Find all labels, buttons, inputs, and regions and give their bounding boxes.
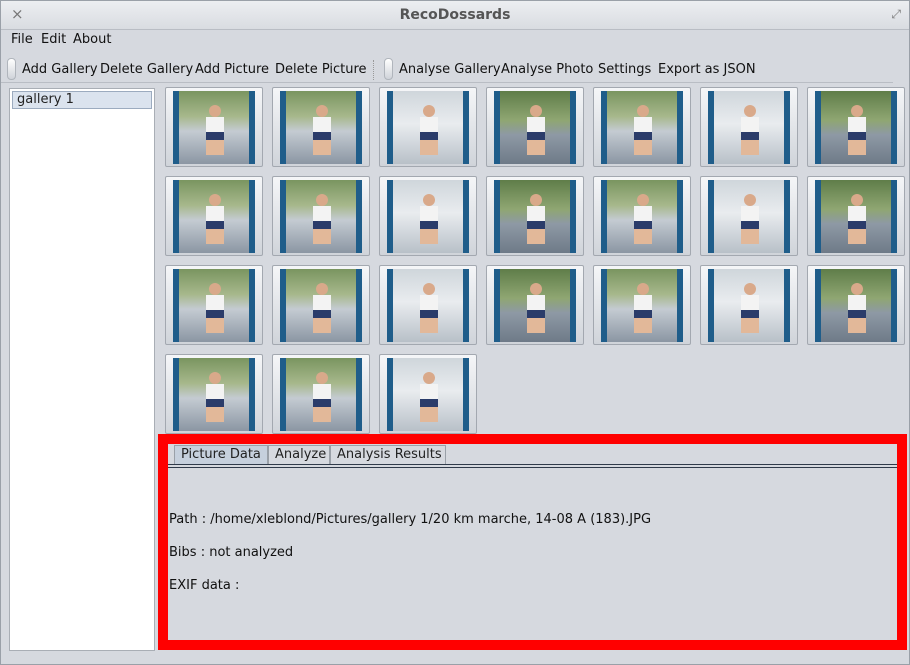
tab-picture-data[interactable]: Picture Data [174,445,268,465]
picture-bibs: Bibs : not analyzed [169,545,294,560]
runner-photo [280,91,362,164]
runner-photo [280,358,362,431]
menu-edit[interactable]: Edit [41,32,66,47]
tab-divider [168,464,897,465]
runner-photo [173,91,255,164]
gallery-list[interactable]: gallery 1 [9,88,155,651]
runner-photo [708,180,790,253]
photo-thumbnail[interactable] [700,87,798,167]
toolbar: Add Gallery Delete Gallery Add Picture D… [1,56,909,84]
window-title: RecoDossards [399,7,511,23]
photo-thumbnail[interactable] [807,176,905,256]
photo-thumbnail[interactable] [165,354,263,434]
runner-photo [815,91,897,164]
runner-photo [280,269,362,342]
runner-photo [601,180,683,253]
photo-thumbnail[interactable] [486,87,584,167]
picture-details-panel: Picture Data Analyze Analysis Results Pa… [158,434,907,650]
photo-thumbnail[interactable] [593,87,691,167]
runner-photo [173,358,255,431]
add-gallery-button[interactable]: Add Gallery [22,62,98,77]
tab-analysis-results[interactable]: Analysis Results [330,445,446,465]
gallery-list-item[interactable]: gallery 1 [12,91,152,109]
toolbar-divider [1,82,893,83]
runner-photo [173,180,255,253]
photo-thumbnail[interactable] [272,87,370,167]
runner-photo [280,180,362,253]
runner-photo [494,180,576,253]
photo-thumbnail[interactable] [807,265,905,345]
photo-thumbnail[interactable] [165,265,263,345]
toolbar-grip-right[interactable] [384,58,393,80]
photo-thumbnail[interactable] [165,87,263,167]
runner-photo [173,269,255,342]
export-json-button[interactable]: Export as JSON [658,62,756,77]
tab-analyze[interactable]: Analyze [268,445,330,465]
runner-photo [387,91,469,164]
runner-photo [601,269,683,342]
photo-thumbnail[interactable] [593,176,691,256]
runner-photo [494,269,576,342]
delete-gallery-button[interactable]: Delete Gallery [100,62,193,77]
tab-divider-lower [168,467,897,468]
photo-thumbnail[interactable] [807,87,905,167]
runner-photo [815,180,897,253]
app-window: × RecoDossards ⤢ File Edit About Add Gal… [0,0,910,665]
photo-thumbnail[interactable] [272,176,370,256]
maximize-icon[interactable]: ⤢ [891,7,901,22]
runner-photo [601,91,683,164]
photo-thumbnail[interactable] [379,265,477,345]
photo-thumbnail[interactable] [272,265,370,345]
runner-photo [708,91,790,164]
menu-file[interactable]: File [11,32,33,47]
menu-bar: File Edit About [1,30,909,50]
picture-exif: EXIF data : [169,578,240,593]
photo-thumbnail[interactable] [165,176,263,256]
settings-button[interactable]: Settings [598,62,651,77]
add-picture-button[interactable]: Add Picture [195,62,269,77]
analyse-photo-button[interactable]: Analyse Photo [501,62,593,77]
photo-thumbnail[interactable] [486,176,584,256]
toolbar-separator [373,60,374,80]
runner-photo [815,269,897,342]
runner-photo [387,180,469,253]
photo-thumbnail[interactable] [379,176,477,256]
photo-thumbnail[interactable] [700,265,798,345]
photo-thumbnail[interactable] [379,87,477,167]
runner-photo [708,269,790,342]
photo-thumbnail[interactable] [379,354,477,434]
runner-photo [387,358,469,431]
picture-path: Path : /home/xleblond/Pictures/gallery 1… [169,512,652,527]
runner-photo [387,269,469,342]
photo-thumbnail[interactable] [486,265,584,345]
menu-about[interactable]: About [73,32,111,47]
photo-thumbnail[interactable] [700,176,798,256]
toolbar-grip-left[interactable] [7,58,16,80]
delete-picture-button[interactable]: Delete Picture [275,62,367,77]
analyse-gallery-button[interactable]: Analyse Gallery [399,62,501,77]
title-bar: × RecoDossards ⤢ [1,1,909,30]
runner-photo [494,91,576,164]
photo-thumbnail[interactable] [272,354,370,434]
photo-thumbnail[interactable] [593,265,691,345]
